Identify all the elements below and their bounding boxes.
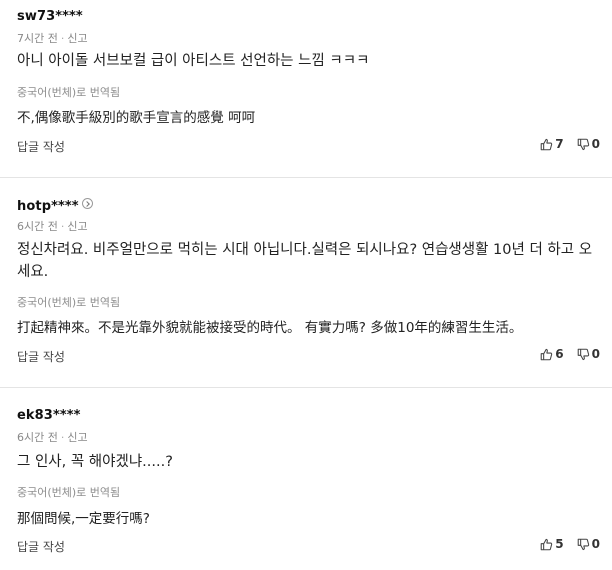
meta-separator: · <box>60 220 65 233</box>
like-count: 7 <box>555 137 564 151</box>
comment-time: 6시간 전 <box>17 220 58 233</box>
dislike-button[interactable]: 0 <box>577 537 600 551</box>
comment-username[interactable]: ek83**** <box>17 408 81 423</box>
translation-label: 중국어(번체)로 번역됨 <box>17 296 121 309</box>
thumbs-up-icon <box>540 138 553 150</box>
reply-button[interactable]: 답글 작성 <box>17 348 65 365</box>
comment-username[interactable]: sw73**** <box>17 9 83 24</box>
comment-text: 그 인사, 꼭 해야겠냐.....? <box>17 454 173 470</box>
thumbs-up-icon <box>540 348 553 360</box>
vote-group: 6 0 <box>527 347 600 361</box>
comment-text: 아니 아이돌 서브보컬 급이 아티스트 선언하는 느낌 ㅋㅋㅋ <box>17 53 370 69</box>
dislike-count: 0 <box>591 537 600 551</box>
meta-separator: · <box>60 431 65 444</box>
thumbs-down-icon <box>577 348 589 360</box>
reply-button[interactable]: 답글 작성 <box>17 138 65 155</box>
translated-text: 那個問候,一定要行嗎? <box>17 511 150 527</box>
translated-text: 打起精神來。不是光靠外貌就能被接受的時代。 有實力嗎? 多做10年的練習生生活。 <box>17 320 523 336</box>
comment-time: 7시간 전 <box>17 32 58 45</box>
comment-item: ek83**** 6시간 전 · 신고 그 인사, 꼭 해야겠냐.....? 중국어… <box>0 388 612 570</box>
dislike-button[interactable]: 0 <box>577 347 600 361</box>
like-button[interactable]: 5 <box>540 537 564 551</box>
translation-label: 중국어(번체)로 번역됨 <box>17 486 121 499</box>
vote-group: 5 0 <box>527 537 600 551</box>
comment-item: hotp**** 6시간 전 · 신고 정신차려요. 비주얼만으로 먹히는 시대 아… <box>0 178 612 388</box>
comment-text: 정신차려요. 비주얼만으로 먹히는 시대 아닙니다.실력은 되시나요? 연습생생… <box>17 242 593 280</box>
comment-username[interactable]: hotp**** <box>17 198 93 214</box>
dislike-count: 0 <box>591 137 600 151</box>
dislike-button[interactable]: 0 <box>577 137 600 151</box>
dislike-count: 0 <box>591 347 600 361</box>
thumbs-up-icon <box>540 538 553 550</box>
translated-text: 不,偶像歌手級別的歌手宣言的感覺 呵呵 <box>17 110 256 126</box>
like-count: 6 <box>555 347 564 361</box>
comment-meta: 6시간 전 · 신고 <box>17 218 88 234</box>
report-button[interactable]: 신고 <box>67 431 87 444</box>
like-count: 5 <box>555 537 564 551</box>
comment-item: sw73**** 7시간 전 · 신고 아니 아이돌 서브보컬 급이 아티스트 선언… <box>0 0 612 178</box>
thumbs-down-icon <box>577 138 589 150</box>
comment-meta: 7시간 전 · 신고 <box>17 30 88 46</box>
reply-button[interactable]: 답글 작성 <box>17 538 65 555</box>
chevron-right-icon[interactable] <box>81 198 93 209</box>
like-button[interactable]: 7 <box>540 137 564 151</box>
vote-group: 7 0 <box>527 137 600 151</box>
comment-username-text: hotp**** <box>17 199 79 214</box>
report-button[interactable]: 신고 <box>67 220 87 233</box>
comment-time: 6시간 전 <box>17 431 58 444</box>
like-button[interactable]: 6 <box>540 347 564 361</box>
report-button[interactable]: 신고 <box>67 32 87 45</box>
meta-separator: · <box>60 32 65 45</box>
translation-label: 중국어(번체)로 번역됨 <box>17 86 121 99</box>
thumbs-down-icon <box>577 538 589 550</box>
comment-meta: 6시간 전 · 신고 <box>17 429 88 445</box>
